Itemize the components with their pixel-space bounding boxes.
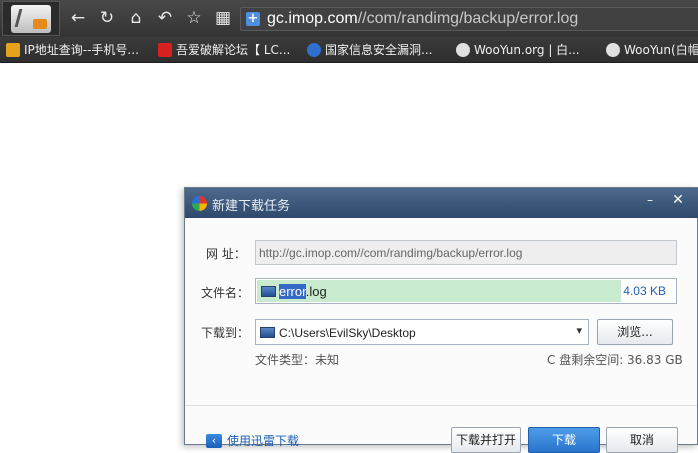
footer-divider xyxy=(185,405,697,406)
bookmark-favicon-icon xyxy=(307,42,321,57)
xunlei-icon: ‹ xyxy=(206,433,222,448)
dialog-titlebar[interactable]: 新建下载任务 – ✕ xyxy=(185,188,698,218)
refresh-icon[interactable]: ↻ xyxy=(97,8,117,28)
destination-label: 下载到： xyxy=(201,326,250,340)
undo-icon[interactable]: ↶ xyxy=(155,8,175,28)
use-xunlei-link[interactable]: ‹ 使用迅雷下载 xyxy=(206,432,299,449)
bookmark-label: IP地址查询--手机号... xyxy=(24,43,139,57)
bookmark-ip-lookup[interactable]: IP地址查询--手机号... xyxy=(6,40,139,59)
dialog-body: 网 址： http://gc.imop.com//com/randimg/bac… xyxy=(185,218,697,453)
destination-path: C:\Users\EvilSky\Desktop xyxy=(279,326,416,340)
bookmark-52pojie[interactable]: 吾爱破解论坛【 LC... xyxy=(158,40,290,59)
bookmark-favicon-icon xyxy=(158,42,172,57)
minimize-icon[interactable]: – xyxy=(642,194,658,206)
bookmark-label: 国家信息安全漏洞... xyxy=(325,43,433,57)
address-url[interactable]: gc.imop.com//com/randimg/backup/error.lo… xyxy=(267,10,578,28)
bookmark-favicon-icon xyxy=(6,42,20,57)
bookmark-wooyun[interactable]: WooYun.org | 白... xyxy=(456,40,580,59)
url-value: http://gc.imop.com//com/randimg/backup/e… xyxy=(259,246,523,260)
bookmark-favicon-icon xyxy=(606,42,620,57)
free-space: C 盘剩余空间: 36.83 GB xyxy=(547,353,683,367)
file-type: 文件类型：未知 xyxy=(255,353,340,367)
address-path: //com/randimg/backup/error.log xyxy=(357,10,579,27)
filename-value[interactable]: error.log xyxy=(279,284,327,299)
browser-logo-icon xyxy=(192,196,207,211)
home-icon[interactable]: ⌂ xyxy=(126,8,146,28)
filename-extension: .log xyxy=(305,284,327,299)
cancel-button[interactable]: 取消 xyxy=(606,427,678,453)
address-bar[interactable]: + gc.imop.com//com/randimg/backup/error.… xyxy=(240,7,698,31)
bookmark-cnvd[interactable]: 国家信息安全漏洞... xyxy=(307,40,432,59)
site-add-icon[interactable]: + xyxy=(246,12,260,26)
star-icon[interactable]: ☆ xyxy=(184,8,204,28)
url-label: 网 址： xyxy=(206,247,246,261)
filename-selected-text: error xyxy=(279,284,306,299)
apps-icon[interactable]: ▦ xyxy=(213,8,233,28)
destination-select[interactable]: C:\Users\EvilSky\Desktop ▾ xyxy=(255,319,589,345)
back-icon[interactable]: ← xyxy=(68,8,88,28)
app-icon[interactable] xyxy=(2,1,60,36)
filename-label: 文件名： xyxy=(201,286,250,300)
bookmark-label: WooYun(白帽 xyxy=(624,43,698,57)
new-download-dialog: 新建下载任务 – ✕ 网 址： http://gc.imop.com//com/… xyxy=(184,187,698,453)
browser-toolbar: ← ↻ ⌂ ↶ ☆ ▦ + gc.imop.com//com/randimg/b… xyxy=(0,0,698,37)
url-field[interactable]: http://gc.imop.com//com/randimg/backup/e… xyxy=(255,240,677,265)
use-xunlei-label: 使用迅雷下载 xyxy=(227,434,300,448)
close-icon[interactable]: ✕ xyxy=(669,192,687,208)
download-button[interactable]: 下载 xyxy=(528,427,600,453)
file-size: 4.03 KB xyxy=(623,284,666,298)
browse-button[interactable]: 浏览... xyxy=(597,319,673,345)
bookmarks-bar: IP地址查询--手机号... 吾爱破解论坛【 LC... 国家信息安全漏洞...… xyxy=(0,37,698,63)
bookmark-label: 吾爱破解论坛【 LC... xyxy=(176,43,291,57)
bookmark-wooyun-2[interactable]: WooYun(白帽 xyxy=(606,40,698,59)
bookmark-favicon-icon xyxy=(456,42,470,57)
bookmark-label: WooYun.org | 白... xyxy=(474,43,580,57)
filename-field[interactable]: error.log 4.03 KB xyxy=(255,278,677,304)
file-icon xyxy=(261,286,276,297)
download-and-open-button[interactable]: 下载并打开 xyxy=(451,427,521,453)
dialog-title: 新建下载任务 xyxy=(212,199,291,214)
chevron-down-icon[interactable]: ▾ xyxy=(576,324,582,337)
address-domain: gc.imop.com xyxy=(267,10,358,27)
folder-icon xyxy=(260,327,275,338)
